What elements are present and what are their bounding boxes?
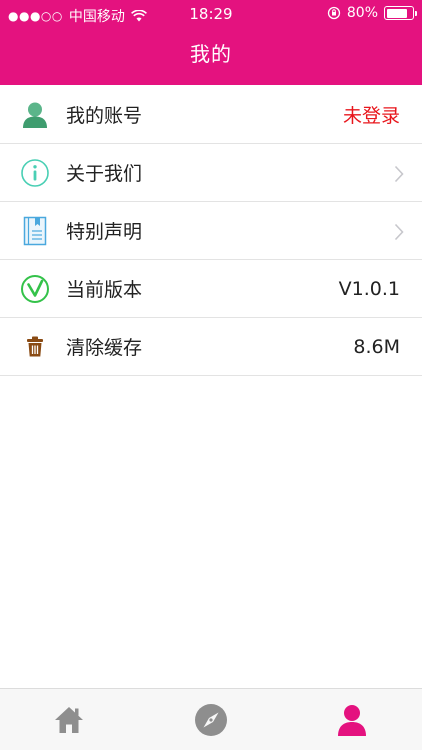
profile-icon[interactable] bbox=[335, 703, 369, 737]
user-icon bbox=[23, 102, 47, 128]
battery-percent: 80% bbox=[346, 5, 378, 21]
compass-icon[interactable] bbox=[194, 703, 228, 737]
trash-icon bbox=[27, 336, 43, 357]
list-item-version[interactable]: 当前版本 V1.0.1 bbox=[0, 260, 422, 318]
list-item-label: 特别声明 bbox=[66, 221, 143, 243]
home-icon[interactable] bbox=[52, 703, 86, 737]
rotation-lock-icon bbox=[327, 6, 341, 20]
list-item-label: 当前版本 bbox=[66, 279, 143, 301]
battery-fill bbox=[386, 8, 407, 18]
list-item-clear-cache[interactable]: 清除缓存 8.6M bbox=[0, 318, 422, 376]
list-item-label: 我的账号 bbox=[66, 105, 143, 127]
login-status: 未登录 bbox=[342, 105, 400, 127]
cache-size-value: 8.6M bbox=[353, 335, 400, 358]
notebook-icon bbox=[23, 216, 47, 246]
battery-icon bbox=[384, 6, 417, 20]
status-right: 80% bbox=[327, 5, 417, 21]
tab-bar bbox=[0, 688, 422, 750]
chevron-right-icon bbox=[394, 223, 404, 241]
version-check-icon bbox=[21, 275, 49, 303]
version-value: V1.0.1 bbox=[338, 277, 400, 300]
chevron-right-icon bbox=[394, 165, 404, 183]
list-item-label: 关于我们 bbox=[66, 163, 143, 185]
status-bar: ●●●○○ 中国移动 18:29 80% bbox=[0, 0, 422, 28]
list-item-account[interactable]: 我的账号 未登录 bbox=[0, 86, 422, 144]
page-title: 我的 bbox=[190, 42, 232, 66]
info-icon bbox=[21, 159, 49, 187]
list-item-label: 清除缓存 bbox=[66, 337, 143, 359]
list-item-about[interactable]: 关于我们 bbox=[0, 144, 422, 202]
header: ●●●○○ 中国移动 18:29 80% 我的 bbox=[0, 0, 422, 85]
list-item-statement[interactable]: 特别声明 bbox=[0, 202, 422, 260]
settings-list: 我的账号 未登录 关于我们 特别声明 当前版本 V1.0.1 清除缓存 8.6M bbox=[0, 86, 422, 376]
